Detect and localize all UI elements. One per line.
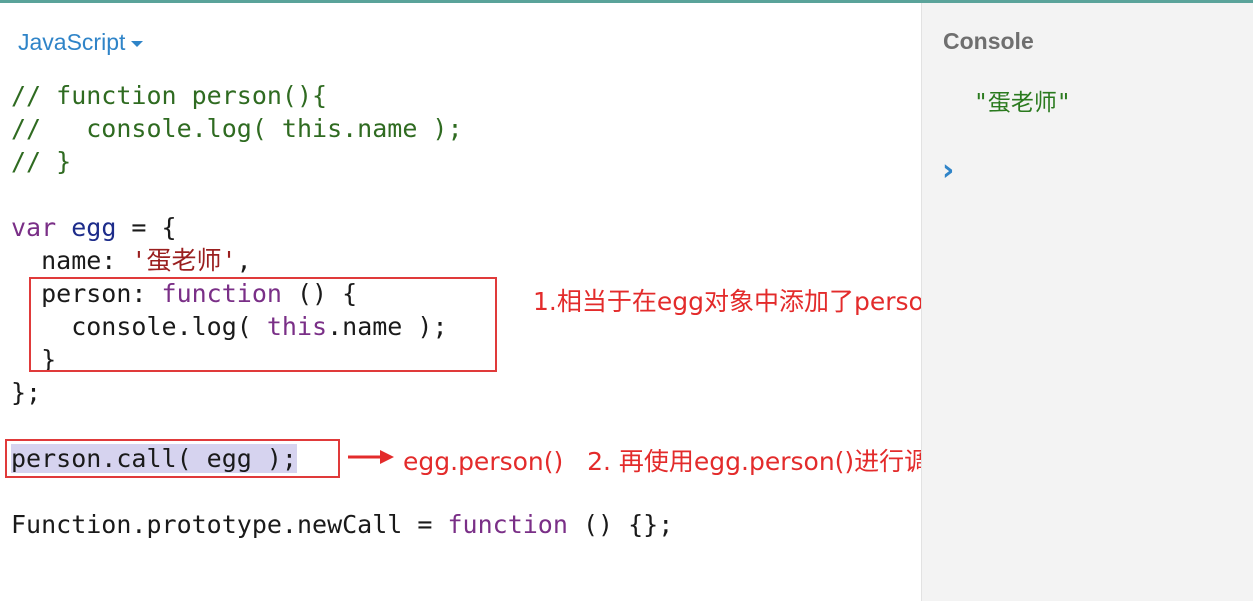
code-token: egg <box>71 213 117 242</box>
code-token: function <box>447 510 568 539</box>
arrow-right-icon <box>348 450 394 464</box>
chevron-down-icon <box>131 41 144 47</box>
console-title: Console <box>943 28 1034 54</box>
code-token: Function.prototype.newCall = <box>11 510 448 539</box>
code-line[interactable]: Function.prototype.newCall = function ()… <box>11 508 673 541</box>
code-token: // } <box>11 147 72 176</box>
code-token: , <box>236 246 252 275</box>
code-token: () {}; <box>567 510 674 539</box>
annotation-note-2: egg.person() 2. 再使用egg.person()进行调用 <box>403 447 955 476</box>
code-line[interactable]: name: '蛋老师', <box>11 244 252 277</box>
code-editor-pane[interactable]: JavaScript // function person(){ // conso… <box>0 3 990 601</box>
language-label: JavaScript <box>18 29 126 55</box>
code-line[interactable]: // } <box>11 145 71 178</box>
code-line[interactable]: // function person(){ <box>11 79 327 112</box>
code-token: = { <box>116 213 177 242</box>
code-token: // console.log( this.name ); <box>11 114 463 143</box>
console-output-line: "蛋老师" <box>974 90 1071 116</box>
prompt-chevron-icon[interactable]: › <box>942 153 954 188</box>
code-line[interactable]: var egg = { <box>11 211 177 244</box>
annotation-box-method <box>29 277 497 372</box>
code-token: }; <box>11 378 42 407</box>
annotation-box-call <box>5 439 340 478</box>
console-pane[interactable]: Console "蛋老师" › <box>921 3 1253 601</box>
code-line[interactable]: }; <box>11 376 41 409</box>
code-token: // function person(){ <box>11 81 328 110</box>
code-token: name: <box>11 246 132 275</box>
code-token: '蛋老师' <box>131 246 237 275</box>
code-token: var <box>11 213 57 242</box>
code-line[interactable]: // console.log( this.name ); <box>11 112 463 145</box>
language-selector[interactable]: JavaScript <box>18 29 144 56</box>
